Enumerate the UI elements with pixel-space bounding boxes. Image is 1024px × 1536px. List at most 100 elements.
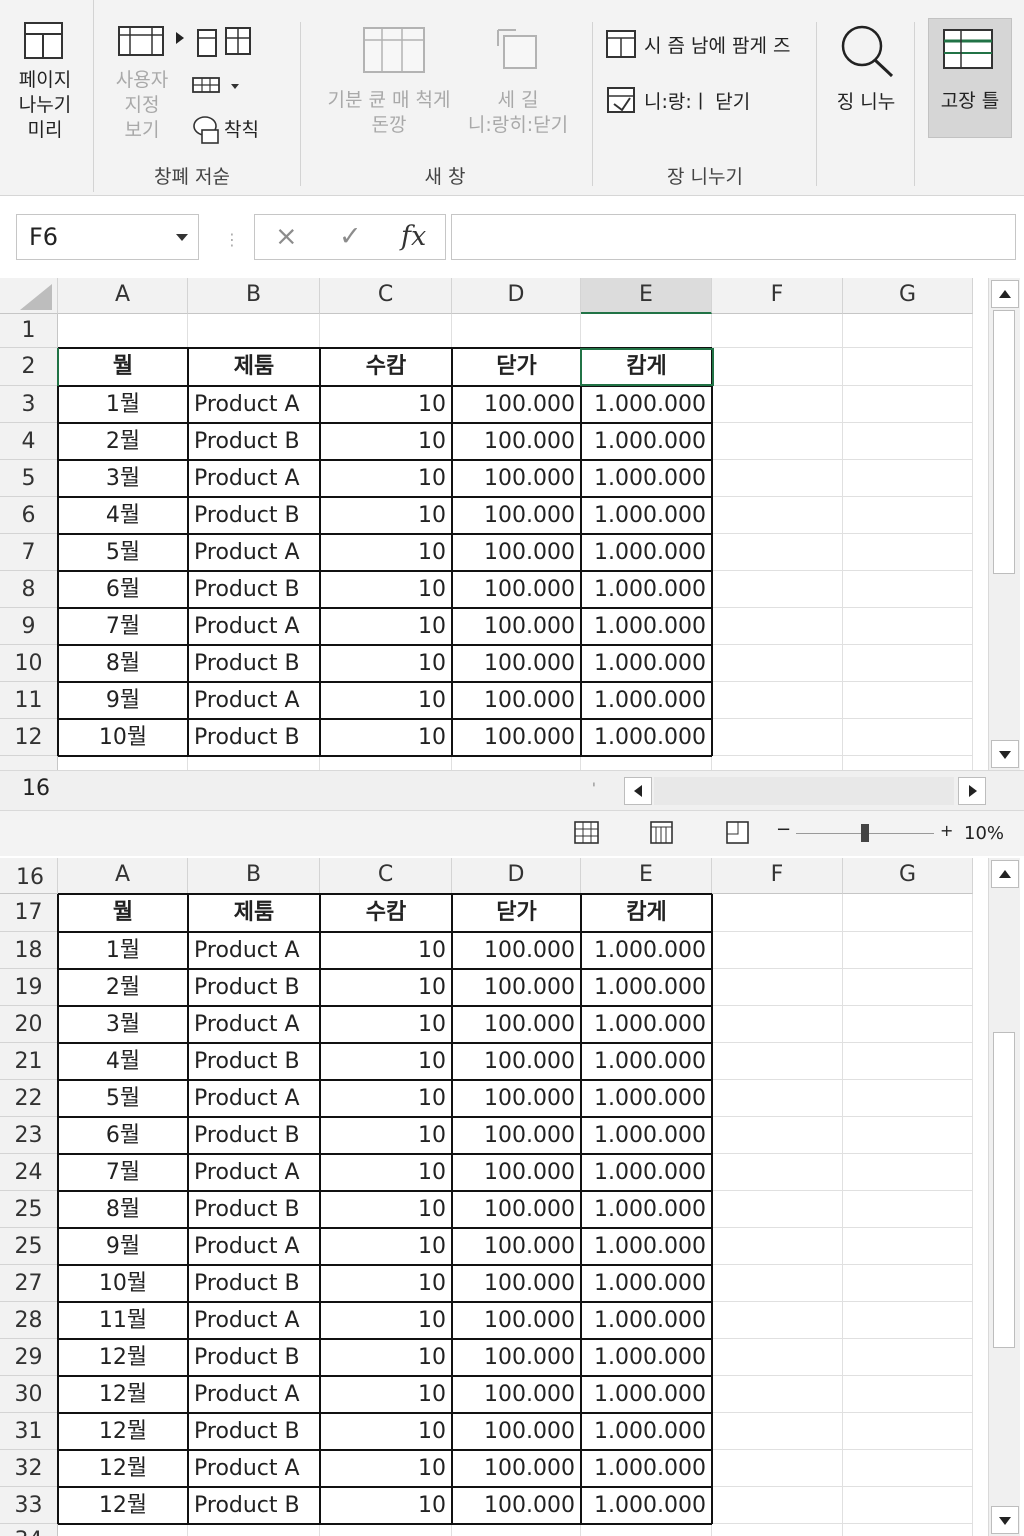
row-header[interactable]: 2	[0, 348, 58, 386]
cell-qty[interactable]: 10	[320, 386, 452, 423]
cell-product[interactable]: Product A	[188, 386, 320, 423]
header-product[interactable]: 제툼	[188, 894, 320, 932]
row-header[interactable]: 24	[0, 1154, 58, 1191]
cell-qty[interactable]: 10	[320, 1154, 452, 1191]
header-qty[interactable]: 수캄	[320, 894, 452, 932]
cell-product[interactable]: Product B	[188, 1413, 320, 1450]
cell-price[interactable]: 100.000	[452, 1043, 581, 1080]
cell-price[interactable]: 100.000	[452, 1191, 581, 1228]
new-window-icon[interactable]	[494, 26, 540, 72]
cell-product[interactable]: Product B	[188, 571, 320, 608]
cell-total[interactable]: 1.000.000	[581, 460, 712, 497]
cell-product[interactable]: Product B	[188, 645, 320, 682]
row-header[interactable]: 22	[0, 1080, 58, 1117]
cell-product[interactable]: Product A	[188, 534, 320, 571]
zoom-button[interactable]: 징 니누	[826, 90, 906, 115]
cell-qty[interactable]: 10	[320, 1450, 452, 1487]
insert-function-icon[interactable]: fx	[401, 221, 426, 252]
zoom-in-button[interactable]: +	[940, 821, 953, 840]
cell-price[interactable]: 100.000	[452, 1302, 581, 1339]
scroll-thumb[interactable]	[993, 310, 1015, 574]
scroll-up-button[interactable]	[991, 860, 1019, 888]
cell-month[interactable]: 9뭘	[58, 1228, 188, 1265]
cell-month[interactable]: 6뭘	[58, 1117, 188, 1154]
custom-views2-button[interactable]: 착칙	[224, 118, 288, 143]
cell-price[interactable]: 100.000	[452, 1154, 581, 1191]
cell-qty[interactable]: 10	[320, 423, 452, 460]
custom-views-button[interactable]: 사용자 지정 보기	[104, 68, 180, 143]
row-header[interactable]: 33	[0, 1487, 58, 1524]
cell-total[interactable]: 1.000.000	[581, 1154, 712, 1191]
cell-product[interactable]: Product B	[188, 719, 320, 756]
header-total[interactable]: 캄게	[581, 894, 712, 932]
cell-total[interactable]: 1.000.000	[581, 932, 712, 969]
page-break-preview-button[interactable]: 페이지 나누기 미리	[6, 68, 84, 143]
column-header-e[interactable]: E	[581, 278, 712, 314]
cell-total[interactable]: 1.000.000	[581, 1413, 712, 1450]
cell-qty[interactable]: 10	[320, 1302, 452, 1339]
cell-total[interactable]: 1.000.000	[581, 1117, 712, 1154]
horizontal-scrollbar[interactable]: 16 ꞌ	[0, 770, 1024, 810]
cell-product[interactable]: Product A	[188, 682, 320, 719]
cell-month[interactable]: 5뭘	[58, 534, 188, 571]
row-header[interactable]: 27	[0, 1265, 58, 1302]
zoom-percent[interactable]: 10%	[964, 823, 1004, 844]
cell-month[interactable]: 1뭘	[58, 932, 188, 969]
chevron-down-icon[interactable]	[176, 234, 188, 241]
column-header-d[interactable]: D	[452, 278, 581, 314]
row-header[interactable]: 6	[0, 497, 58, 534]
column-header-d[interactable]: D	[452, 858, 581, 894]
scroll-up-button[interactable]	[991, 280, 1019, 308]
arrange-all-button[interactable]: 기분 큔 매 척게 돈깡	[314, 88, 464, 138]
horizontal-scroll-track[interactable]	[654, 777, 954, 805]
scroll-down-button[interactable]	[991, 1506, 1019, 1534]
cell-product[interactable]: Product B	[188, 1191, 320, 1228]
name-box[interactable]: F6	[16, 214, 199, 260]
cell-price[interactable]: 100.000	[452, 1080, 581, 1117]
header-qty[interactable]: 수캄	[320, 348, 452, 386]
cell-qty[interactable]: 10	[320, 1413, 452, 1450]
row-header[interactable]: 12	[0, 719, 58, 756]
row-header[interactable]: 20	[0, 1006, 58, 1043]
row-header[interactable]: 7	[0, 534, 58, 571]
cell-qty[interactable]: 10	[320, 460, 452, 497]
cell-qty[interactable]: 10	[320, 1265, 452, 1302]
cell-product[interactable]: Product A	[188, 1450, 320, 1487]
cell-product[interactable]: Product A	[188, 460, 320, 497]
arrange-all-icon[interactable]	[362, 26, 432, 76]
row-header[interactable]: 10	[0, 645, 58, 682]
cell-product[interactable]: Product B	[188, 1265, 320, 1302]
cell-price[interactable]: 100.000	[452, 1339, 581, 1376]
row-header[interactable]: 25	[0, 1228, 58, 1265]
header-price[interactable]: 닫가	[452, 348, 581, 386]
column-header-g[interactable]: G	[843, 278, 973, 314]
cell-month[interactable]: 7뭘	[58, 608, 188, 645]
cell-total[interactable]: 1.000.000	[581, 1450, 712, 1487]
row-header[interactable]: 32	[0, 1450, 58, 1487]
row-header[interactable]: 21	[0, 1043, 58, 1080]
gridlines-icon[interactable]	[192, 74, 226, 96]
header-product[interactable]: 제툼	[188, 348, 320, 386]
page-layout-icon[interactable]	[118, 24, 166, 58]
cell-total[interactable]: 1.000.000	[581, 645, 712, 682]
scroll-down-button[interactable]	[991, 740, 1019, 768]
column-header-g[interactable]: G	[843, 858, 973, 894]
cell-month[interactable]: 9뭘	[58, 682, 188, 719]
cancel-icon[interactable]: ×	[275, 221, 298, 252]
cell-month[interactable]: 5뭘	[58, 1080, 188, 1117]
column-header-a[interactable]: A	[58, 278, 188, 314]
cell-qty[interactable]: 10	[320, 1080, 452, 1117]
header-month[interactable]: 뭘	[58, 894, 188, 932]
cell-month[interactable]: 8뭘	[58, 1191, 188, 1228]
page-break-view-icon[interactable]	[726, 821, 750, 845]
cell-price[interactable]: 100.000	[452, 1265, 581, 1302]
cell-product[interactable]: Product A	[188, 1228, 320, 1265]
column-header-b[interactable]: B	[188, 278, 320, 314]
cell-month[interactable]: 11뭘	[58, 1302, 188, 1339]
cell-qty[interactable]: 10	[320, 534, 452, 571]
freeze-panes-button[interactable]: 고장 틀	[928, 18, 1012, 138]
scroll-thumb[interactable]	[993, 1032, 1015, 1348]
cell-price[interactable]: 100.000	[452, 969, 581, 1006]
page-layout-view-icon[interactable]	[650, 821, 674, 845]
cell-qty[interactable]: 10	[320, 571, 452, 608]
